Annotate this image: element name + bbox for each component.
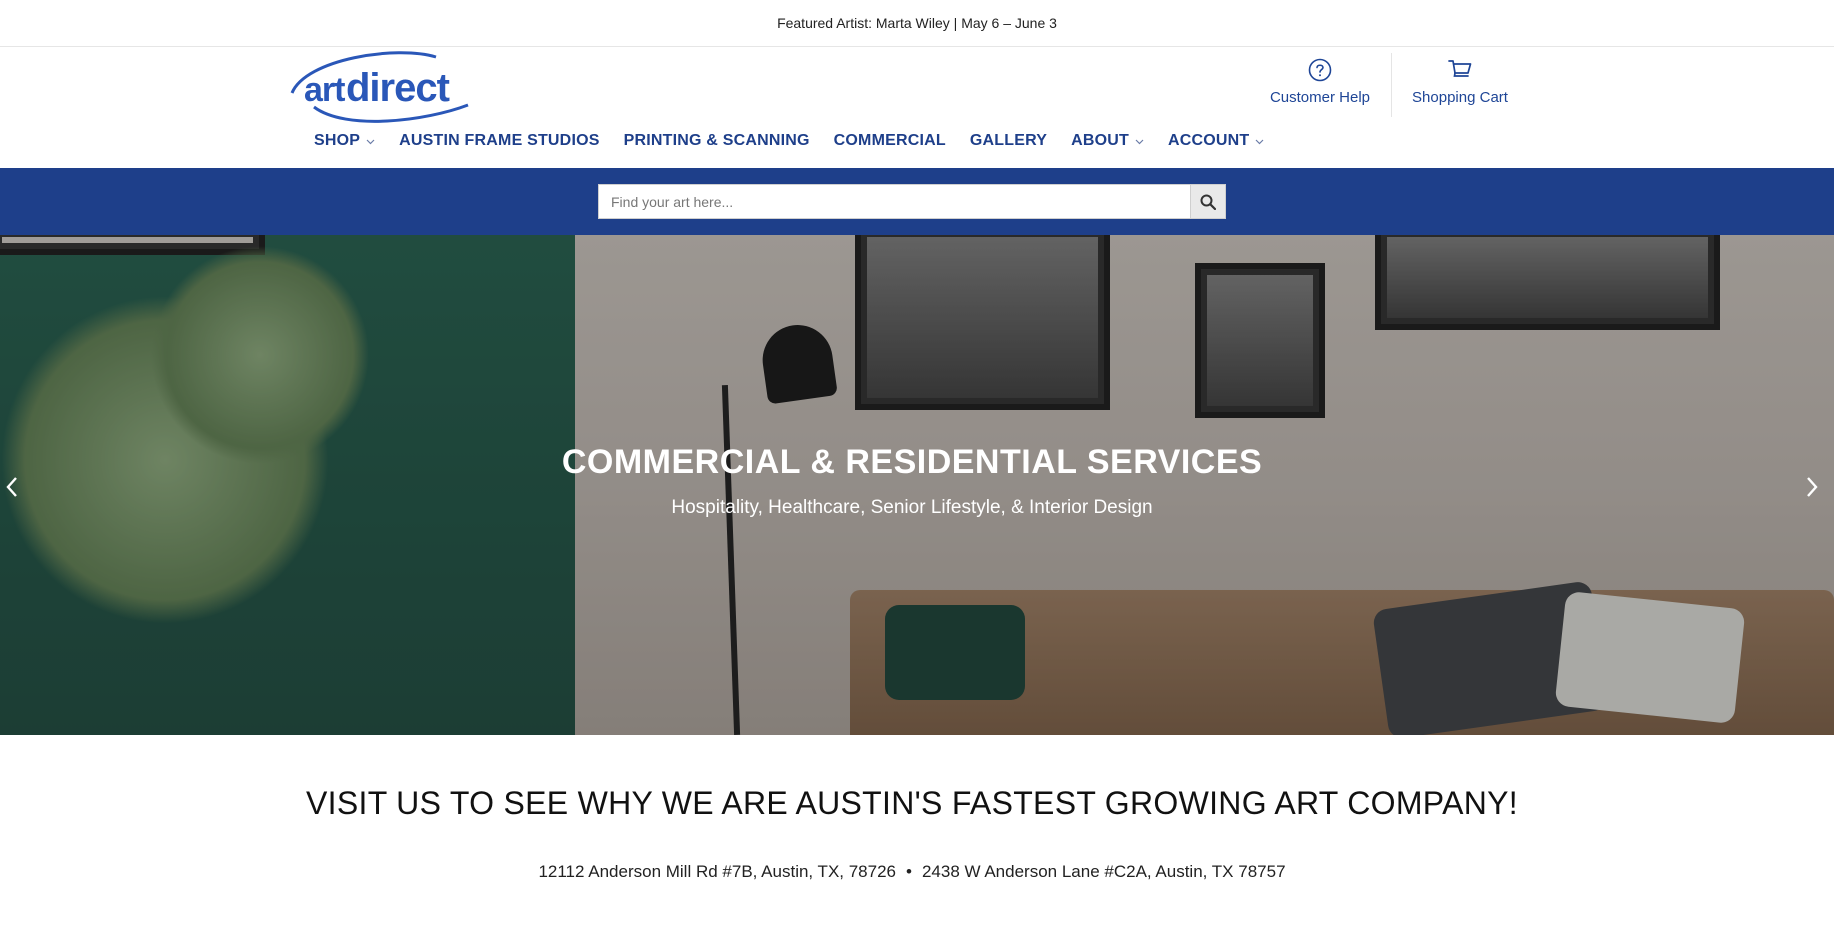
hero-carousel[interactable]: COMMERCIAL & RESIDENTIAL SERVICES Hospit…	[0, 235, 1834, 735]
visit-heading: VISIT US TO SEE WHY WE ARE AUSTIN'S FAST…	[306, 785, 1518, 821]
chevron-down-icon	[1255, 139, 1264, 145]
nav-item-gallery[interactable]: GALLERY	[970, 132, 1047, 150]
search-button[interactable]	[1190, 184, 1226, 219]
nav-item-austin-frame-studios[interactable]: AUSTIN FRAME STUDIOS	[399, 132, 599, 150]
search-input[interactable]	[598, 184, 1191, 219]
customer-help-link[interactable]: Customer Help	[1258, 57, 1382, 121]
carousel-next-button[interactable]	[1800, 471, 1824, 503]
nav-item-commercial[interactable]: COMMERCIAL	[834, 132, 946, 150]
utility-divider	[1391, 53, 1392, 117]
nav-item-label: ACCOUNT	[1168, 132, 1250, 149]
chevron-left-icon	[6, 477, 17, 497]
nav-item-label: ABOUT	[1071, 132, 1130, 149]
nav-item-label: COMMERCIAL	[833, 132, 946, 149]
search-bar	[0, 168, 1834, 235]
main-nav: SHOP AUSTIN FRAME STUDIOS PRINTING & SCA…	[314, 127, 1288, 155]
search-icon	[1200, 194, 1216, 210]
address-anderson-mill[interactable]: 12112 Anderson Mill Rd #7B, Austin, TX, …	[538, 862, 896, 881]
artdirect-logo[interactable]: art direct	[286, 49, 471, 125]
site-header: art direct Customer Help Shopping Cart S…	[0, 47, 1834, 168]
nav-item-label: AUSTIN FRAME STUDIOS	[399, 132, 600, 149]
announcement-text[interactable]: Featured Artist: Marta Wiley | May 6 – J…	[777, 15, 1057, 31]
hero-subtitle: Hospitality, Healthcare, Senior Lifestyl…	[671, 497, 1153, 518]
shopping-cart-label: Shopping Cart	[1412, 89, 1508, 106]
nav-item-about[interactable]: ABOUT	[1071, 132, 1144, 150]
nav-item-printing-scanning[interactable]: PRINTING & SCANNING	[624, 132, 810, 150]
nav-item-shop[interactable]: SHOP	[314, 132, 375, 150]
nav-item-label: PRINTING & SCANNING	[623, 132, 810, 149]
chevron-right-icon	[1807, 477, 1818, 497]
chevron-down-icon	[366, 139, 375, 145]
address-separator: •	[906, 862, 912, 881]
carousel-prev-button[interactable]	[0, 471, 24, 503]
chevron-down-icon	[1135, 139, 1144, 145]
address-anderson-lane[interactable]: 2438 W Anderson Lane #C2A, Austin, TX 78…	[922, 862, 1286, 881]
announcement-bar: Featured Artist: Marta Wiley | May 6 – J…	[0, 0, 1834, 47]
hero-overlay	[0, 235, 1834, 735]
nav-item-label: GALLERY	[969, 132, 1048, 149]
customer-help-label: Customer Help	[1269, 89, 1371, 106]
nav-item-label: SHOP	[314, 132, 361, 149]
logo-text: art	[304, 71, 345, 109]
logo-text-direct: direct	[346, 66, 450, 110]
shopping-cart-link[interactable]: Shopping Cart	[1402, 57, 1518, 121]
store-addresses: 12112 Anderson Mill Rd #7B, Austin, TX, …	[0, 862, 1824, 882]
nav-item-account[interactable]: ACCOUNT	[1168, 132, 1264, 150]
hero-title: COMMERCIAL & RESIDENTIAL SERVICES	[561, 443, 1263, 481]
question-circle-icon	[1307, 57, 1333, 83]
shopping-cart-icon	[1447, 57, 1473, 83]
